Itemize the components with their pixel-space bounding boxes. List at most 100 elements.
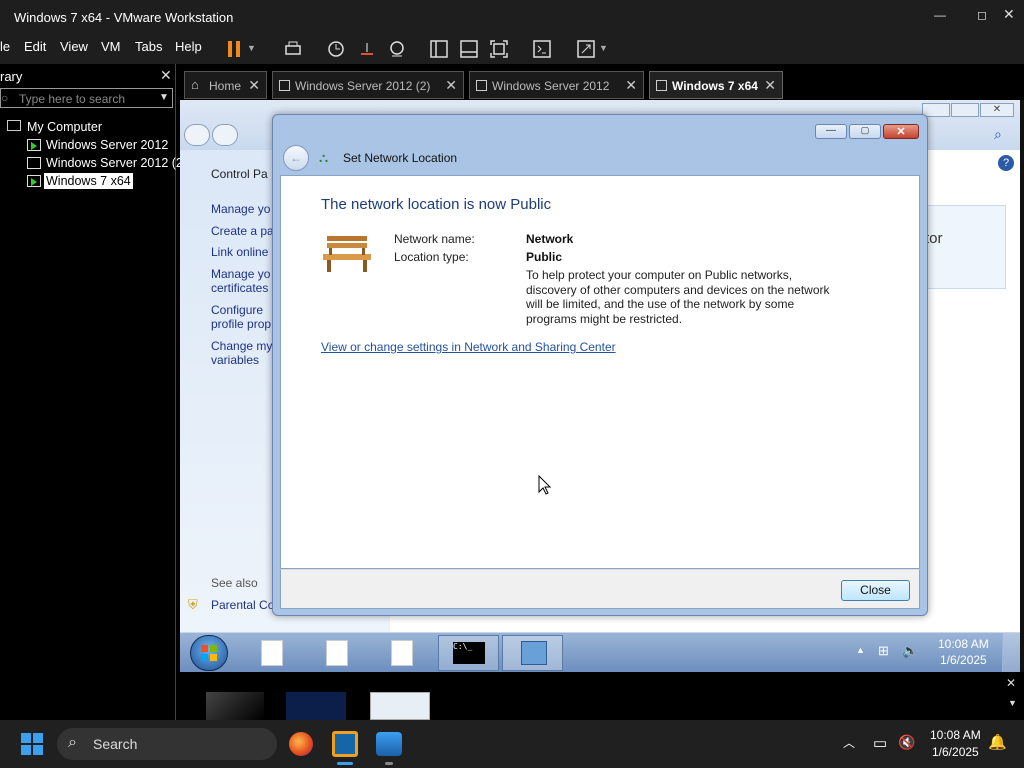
close-dialog-button[interactable]: Close	[841, 580, 910, 601]
vm-icon	[279, 80, 290, 91]
menu-file[interactable]: le	[0, 39, 10, 54]
maximize-button[interactable]: ▢	[849, 124, 881, 139]
close-button[interactable]: ✕	[883, 124, 919, 139]
location-type-label: Location type:	[394, 250, 469, 264]
stretch-guest-icon[interactable]	[574, 37, 596, 59]
send-ctrl-alt-del-icon[interactable]	[281, 37, 303, 59]
windows-start-icon[interactable]	[21, 733, 43, 758]
vmware-icon[interactable]	[332, 731, 358, 757]
tab-label: Windows 7 x64	[672, 79, 758, 93]
close-icon[interactable]: ✕	[248, 77, 260, 94]
console-view-icon[interactable]	[530, 37, 552, 59]
tree-item-win7[interactable]: Windows 7 x64	[44, 173, 133, 189]
document-icon[interactable]	[326, 640, 348, 666]
vmware-menubar: le Edit View VM Tabs Help ▼ ▼	[0, 34, 1024, 64]
guest-taskbar: C:\_ ▲ ⊞ 🔈 10:08 AM 1/6/2025	[180, 632, 1020, 672]
tree-item-ws2012[interactable]: Windows Server 2012	[46, 138, 168, 152]
full-screen-icon[interactable]	[487, 37, 509, 59]
photos-icon[interactable]	[376, 732, 402, 756]
pause-icon[interactable]	[222, 37, 244, 59]
network-sharing-center-link[interactable]: View or change settings in Network and S…	[321, 340, 616, 354]
menu-edit[interactable]: Edit	[24, 39, 46, 54]
search-label: Search	[93, 736, 138, 752]
network-tray-icon[interactable]: ▭	[873, 734, 887, 752]
tree-my-computer[interactable]: My Computer	[27, 120, 102, 134]
forward-button[interactable]	[212, 124, 238, 146]
chevron-down-icon[interactable]: ▼	[1008, 698, 1017, 708]
taskbar-cmd-button[interactable]: C:\_	[438, 635, 499, 671]
guest-clock-date[interactable]: 1/6/2025	[940, 653, 987, 667]
show-hidden-icons[interactable]: ▲	[856, 645, 865, 655]
windows-start-icon[interactable]	[190, 635, 228, 671]
tab-ws2012[interactable]: Windows Server 2012 ✕	[469, 71, 644, 99]
cp-link[interactable]: Link online	[211, 245, 268, 259]
tab-ws2012-2[interactable]: Windows Server 2012 (2) ✕	[272, 71, 464, 99]
tab-label: Home	[209, 79, 242, 93]
tab-home[interactable]: ⌂ Home ✕	[184, 71, 267, 99]
snapshot-manager-icon[interactable]	[385, 37, 407, 59]
vm-icon	[476, 80, 487, 91]
active-app-indicator	[337, 762, 353, 765]
dialog-heading: The network location is now Public	[321, 196, 552, 213]
revert-snapshot-icon[interactable]	[355, 37, 377, 59]
menu-vm[interactable]: VM	[101, 39, 121, 54]
search-icon[interactable]: ⌕	[994, 126, 1002, 143]
menu-help[interactable]: Help	[175, 39, 202, 54]
chevron-up-icon[interactable]: ︿	[843, 734, 855, 751]
host-clock-date[interactable]: 1/6/2025	[932, 745, 979, 759]
close-icon[interactable]: ✕	[764, 77, 776, 94]
snapshot-icon[interactable]	[324, 37, 346, 59]
volume-muted-icon[interactable]: 🔇	[898, 734, 915, 751]
dialog-footer: Close	[280, 569, 920, 609]
host-search-box[interactable]: ⌕ Search	[57, 728, 277, 760]
thumbnail-bar-icon[interactable]	[457, 37, 479, 59]
cp-link[interactable]: Manage yo certificates	[211, 267, 270, 295]
menu-view[interactable]: View	[60, 39, 88, 54]
document-icon[interactable]	[391, 640, 413, 666]
vm-thumbnail[interactable]	[206, 692, 264, 720]
show-library-icon[interactable]	[427, 37, 449, 59]
tab-label: Windows Server 2012	[492, 79, 610, 93]
cp-breadcrumb[interactable]: Control Pa	[211, 167, 268, 181]
back-button[interactable]	[184, 124, 210, 146]
restore-button[interactable]	[951, 103, 979, 117]
cp-link[interactable]: Create a pa	[211, 224, 274, 238]
network-tray-icon[interactable]: ⊞	[878, 643, 889, 659]
cp-link[interactable]: Manage yo	[211, 202, 270, 216]
taskbar-control-panel-button[interactable]	[502, 635, 563, 671]
minimize-button[interactable]: —	[934, 8, 946, 22]
help-icon[interactable]: ?	[998, 155, 1014, 171]
guest-screen[interactable]: ✕ ⌕ ? Control Pa Manage yo Create a pa L…	[180, 100, 1020, 672]
chevron-down-icon[interactable]: ▼	[159, 92, 169, 103]
vm-thumbnail[interactable]	[370, 692, 430, 720]
close-library-icon[interactable]: ✕	[160, 67, 172, 84]
notification-bell-icon[interactable]: 🔔	[988, 733, 1007, 751]
volume-icon[interactable]: 🔈	[902, 643, 918, 659]
close-icon[interactable]: ✕	[1006, 676, 1016, 690]
cp-link[interactable]: Configure profile prop	[211, 303, 271, 331]
minimize-button[interactable]: —	[815, 124, 847, 139]
close-icon[interactable]: ✕	[445, 77, 457, 94]
cp-link[interactable]: Parental Co	[211, 598, 274, 612]
cp-link[interactable]: Change my variables	[211, 339, 272, 367]
menu-tabs[interactable]: Tabs	[135, 39, 162, 54]
chevron-down-icon[interactable]: ▼	[598, 42, 620, 64]
back-arrow-icon[interactable]: ←	[283, 145, 309, 171]
document-icon[interactable]	[261, 640, 283, 666]
guest-clock-time[interactable]: 10:08 AM	[938, 637, 989, 651]
restore-button[interactable]: ◻	[977, 8, 987, 22]
close-window-button[interactable]: ✕	[1003, 6, 1015, 23]
vm-thumbnail[interactable]	[286, 692, 346, 720]
firefox-icon[interactable]	[289, 732, 313, 756]
mouse-cursor-icon	[538, 474, 552, 498]
library-search-input[interactable]: ○ Type here to search ▼	[0, 88, 173, 108]
close-icon[interactable]: ✕	[625, 77, 637, 94]
control-panel-icon	[521, 641, 547, 665]
chevron-down-icon[interactable]: ▼	[246, 42, 268, 64]
host-clock-time[interactable]: 10:08 AM	[930, 728, 981, 742]
tree-item-ws2012-2[interactable]: Windows Server 2012 (2)	[46, 156, 187, 170]
tab-win7[interactable]: Windows 7 x64 ✕	[649, 71, 783, 99]
close-button[interactable]: ✕	[980, 103, 1014, 117]
show-desktop-button[interactable]	[1002, 633, 1020, 672]
dialog-title: Set Network Location	[343, 151, 458, 165]
